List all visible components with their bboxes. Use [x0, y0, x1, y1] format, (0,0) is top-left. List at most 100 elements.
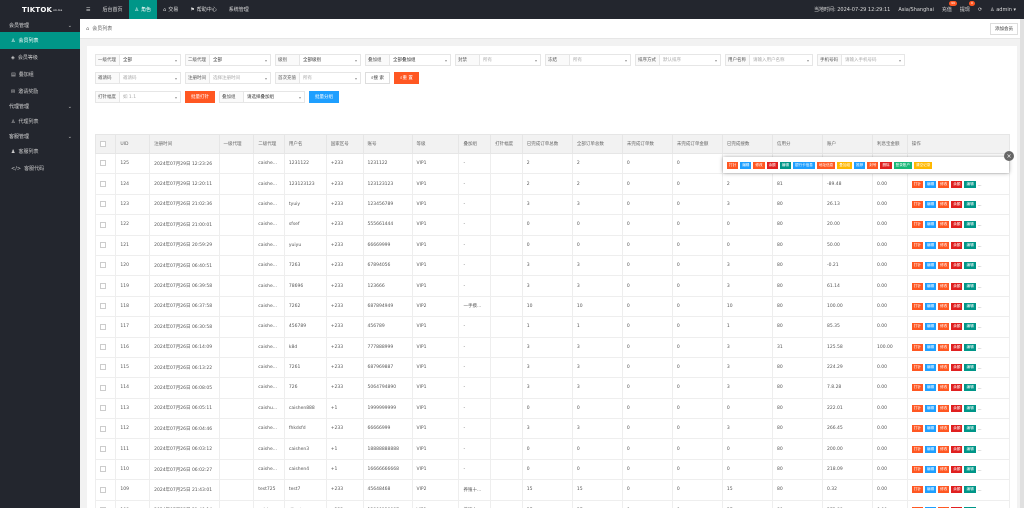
row-action-button[interactable]: 修改 — [938, 384, 950, 392]
row-action-button[interactable]: 打针 — [911, 445, 923, 453]
row-action-button[interactable]: 编辑 — [964, 262, 976, 270]
sidebar-group[interactable]: 会员管理 ⌄ — [0, 19, 80, 32]
row-checkbox[interactable] — [100, 303, 106, 310]
row-action-button[interactable]: 修改 — [938, 200, 950, 208]
row-action-button[interactable]: 编辑 — [924, 466, 937, 474]
popup-action-button[interactable]: 打针 — [727, 161, 739, 169]
row-action-button[interactable]: 编辑 — [924, 343, 937, 351]
row-action-button[interactable]: 余额 — [951, 323, 963, 331]
filter-input[interactable]: 所有 ▾ — [479, 54, 541, 66]
row-action-button[interactable]: 余额 — [951, 384, 963, 392]
popup-action-button[interactable]: 余额 — [766, 161, 778, 169]
row-action-button[interactable]: 修改 — [938, 445, 950, 453]
row-action-button[interactable]: 编辑 — [964, 343, 976, 351]
popup-action-button[interactable]: 封号 — [867, 161, 879, 169]
row-action-button[interactable]: 编辑 — [964, 486, 976, 494]
row-action-button[interactable]: 打针 — [911, 343, 923, 351]
row-action-button[interactable]: 余额 — [951, 343, 963, 351]
row-checkbox[interactable] — [100, 364, 106, 371]
row-action-button[interactable]: 打针 — [911, 466, 923, 474]
row-checkbox[interactable] — [100, 486, 106, 493]
row-action-button[interactable]: 编辑 — [964, 466, 976, 474]
row-action-button[interactable]: 编辑 — [964, 241, 976, 249]
row-action-button[interactable]: 编辑 — [924, 425, 937, 433]
row-action-button[interactable]: 编辑 — [924, 445, 937, 453]
row-action-button[interactable]: 修改 — [938, 404, 950, 412]
row-action-button[interactable]: 打针 — [911, 384, 923, 392]
row-action-button[interactable]: 编辑 — [924, 180, 937, 188]
popup-action-button[interactable]: 地址信息 — [816, 161, 836, 169]
row-action-button[interactable]: 打针 — [911, 486, 923, 494]
row-action-button[interactable]: 余额 — [951, 262, 963, 270]
row-action-button[interactable]: 编辑 — [924, 262, 937, 270]
filter-input[interactable]: 全部级别 ▾ — [299, 54, 361, 66]
row-checkbox[interactable] — [100, 405, 106, 412]
row-checkbox[interactable] — [100, 425, 106, 432]
popup-action-button[interactable]: 登录账户 — [893, 161, 912, 169]
row-checkbox[interactable] — [100, 262, 106, 269]
filter-input[interactable]: 所有 ▾ — [299, 72, 361, 84]
row-action-button[interactable]: ... — [978, 447, 982, 452]
row-action-button[interactable]: 修改 — [938, 282, 950, 290]
row-action-button[interactable]: 打针 — [911, 404, 923, 412]
tab-member-list[interactable]: ⌂ 会员列表 — [86, 25, 112, 33]
filter-input[interactable]: 选择注册时间 ▾ — [209, 72, 271, 84]
row-action-button[interactable]: 打针 — [911, 302, 923, 310]
row-action-button[interactable]: 修改 — [938, 180, 950, 188]
popup-action-button[interactable]: 编辑 — [740, 161, 752, 169]
row-action-button[interactable]: ... — [978, 304, 982, 309]
row-action-button[interactable]: ... — [978, 284, 982, 289]
filter-input[interactable]: 所有 ▾ — [569, 54, 631, 66]
row-checkbox[interactable] — [100, 282, 106, 289]
row-action-button[interactable]: 打针 — [911, 221, 923, 229]
row-action-button[interactable]: 编辑 — [924, 241, 937, 249]
row-action-button[interactable]: ... — [978, 365, 982, 370]
row-action-button[interactable]: 编辑 — [924, 200, 937, 208]
sidebar-item[interactable]: </> 客服代码 — [0, 160, 80, 177]
popup-action-button[interactable]: 推荐 — [854, 161, 866, 169]
row-action-button[interactable]: 编辑 — [964, 200, 976, 208]
select-all-checkbox[interactable] — [100, 140, 106, 147]
row-action-button[interactable]: 编辑 — [964, 404, 976, 412]
top-nav-item[interactable]: 后台首页 — [96, 0, 128, 19]
popup-action-button[interactable]: 叠加组 — [837, 161, 853, 169]
sidebar-item[interactable]: ▤ 叠加组 — [0, 66, 80, 83]
row-action-button[interactable]: 编辑 — [964, 445, 976, 453]
row-action-button[interactable]: 编辑 — [924, 404, 937, 412]
row-action-button[interactable]: 编辑 — [964, 323, 976, 331]
user-menu[interactable]: ♙ admin ▾ — [990, 7, 1016, 13]
popup-action-button[interactable]: 修改 — [753, 161, 765, 169]
row-action-button[interactable]: 打针 — [911, 364, 923, 372]
filter-input[interactable]: 请输入用户名称 ▾ — [749, 54, 813, 66]
sidebar-group[interactable]: 客服管理 ⌄ — [0, 130, 80, 143]
row-action-button[interactable]: 编辑 — [924, 384, 937, 392]
popup-action-button[interactable]: 删除 — [880, 161, 892, 169]
row-action-button[interactable]: 编辑 — [924, 221, 937, 229]
row-action-button[interactable]: 编辑 — [964, 221, 976, 229]
add-member-button[interactable]: 添加会员 — [990, 22, 1018, 35]
row-action-button[interactable]: 编辑 — [964, 302, 976, 310]
filter-input[interactable]: 邀请码 ▾ — [119, 72, 181, 84]
row-action-button[interactable]: 修改 — [938, 302, 950, 310]
row-action-button[interactable]: 打针 — [911, 180, 923, 188]
row-action-button[interactable]: 余额 — [951, 425, 963, 433]
sidebar-item[interactable]: ◈ 会员等级 — [0, 49, 80, 66]
row-action-button[interactable]: 修改 — [938, 486, 950, 494]
filter-input[interactable]: 请输入手机号码 ▾ — [841, 54, 905, 66]
row-checkbox[interactable] — [100, 201, 106, 208]
batch-group-button[interactable]: 批量分组 — [309, 91, 339, 103]
row-action-button[interactable]: 编辑 — [924, 282, 937, 290]
row-action-button[interactable]: 余额 — [951, 221, 963, 229]
row-action-button[interactable]: 修改 — [938, 343, 950, 351]
row-action-button[interactable]: 修改 — [938, 262, 950, 270]
row-action-button[interactable]: 编辑 — [964, 425, 976, 433]
row-action-button[interactable]: 编辑 — [924, 302, 937, 310]
popup-action-button[interactable]: 银行卡信息 — [792, 161, 815, 169]
sidebar-item[interactable]: ✉ 邀请奖励 — [0, 83, 80, 100]
row-action-button[interactable]: 编辑 — [924, 486, 937, 494]
row-action-button[interactable]: 修改 — [938, 221, 950, 229]
top-nav-item[interactable]: ⌂ 交易 — [157, 0, 184, 19]
sidebar-item[interactable]: ♙ 代理列表 — [0, 113, 80, 130]
batch-inject-button[interactable]: 批量打针 — [185, 91, 215, 103]
row-action-button[interactable]: 余额 — [951, 180, 963, 188]
